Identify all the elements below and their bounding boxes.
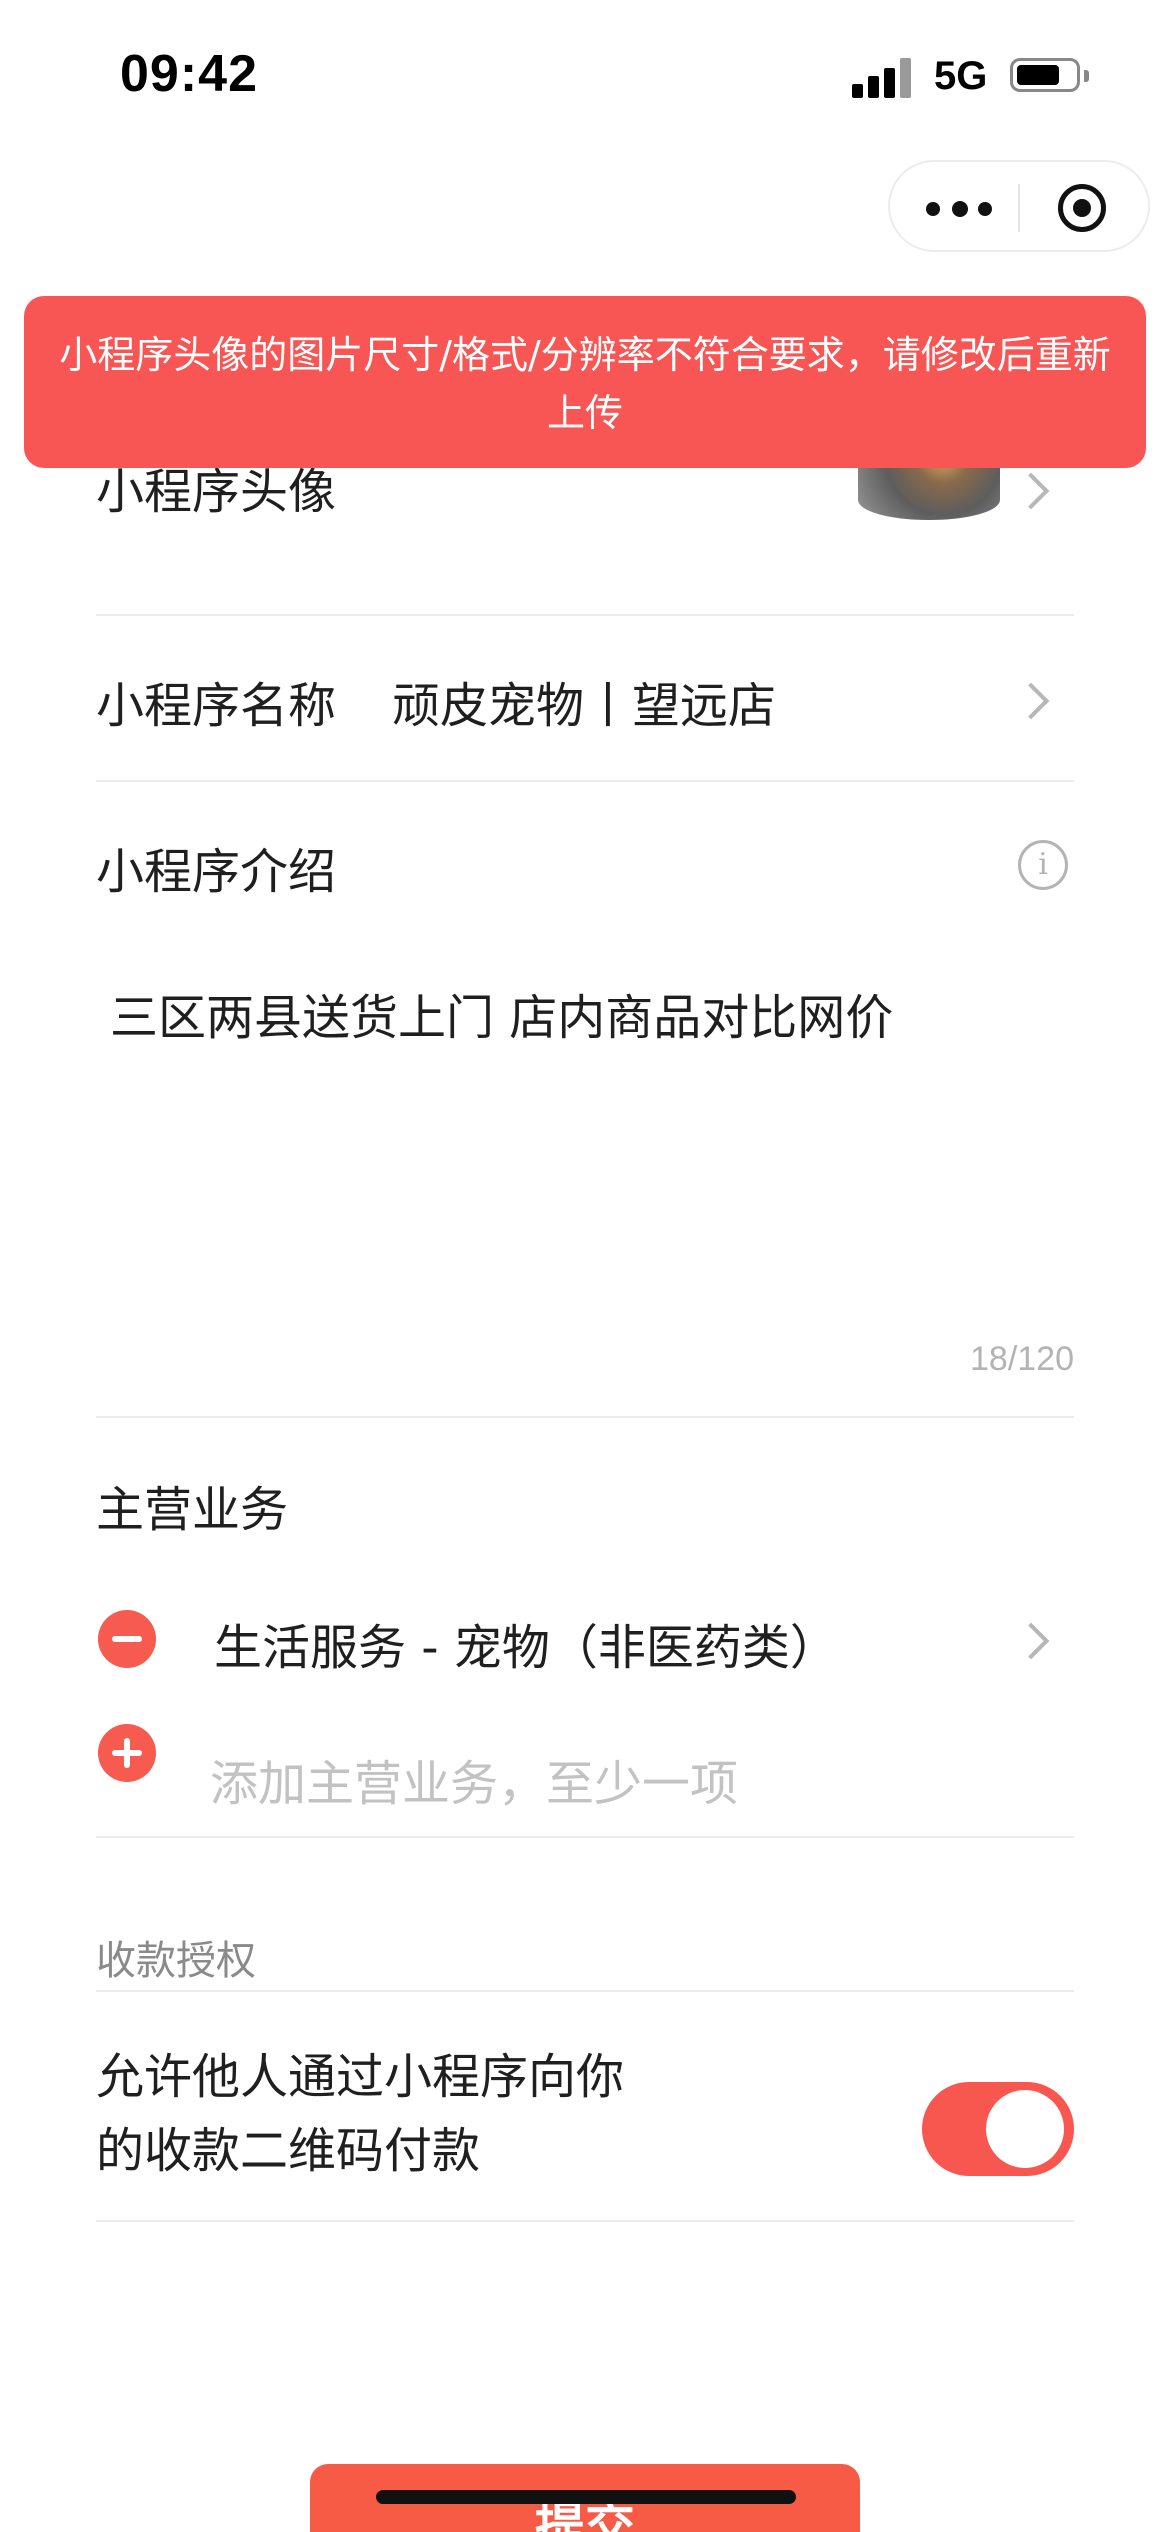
close-miniprogram-icon[interactable] (1058, 184, 1106, 232)
toggle-knob (986, 2090, 1064, 2168)
signal-icon (852, 56, 914, 98)
divider (96, 1836, 1074, 1838)
settings-page: 09:42 5G 小程序头像的图片尺寸/格式/分辨率不符合要求，请修改后重新上传… (0, 0, 1170, 2532)
chevron-right-icon (1012, 472, 1050, 510)
payment-toggle[interactable] (922, 2082, 1074, 2176)
name-label: 小程序名称 (96, 678, 337, 734)
char-counter: 18/120 (970, 1340, 1074, 1378)
intro-textarea[interactable]: 三区两县送货上门 店内商品对比网价 (110, 978, 893, 1048)
remove-icon[interactable] (98, 1610, 156, 1668)
business-item-text: 生活服务 - 宠物（非医药类） (214, 1620, 838, 1676)
payment-line-1: 允许他人通过小程序向你 (96, 2049, 625, 2105)
chevron-right-icon (1012, 1622, 1050, 1660)
toast-message: 小程序头像的图片尺寸/格式/分辨率不符合要求，请修改后重新上传 (59, 333, 1111, 435)
divider (96, 1416, 1074, 1418)
capsule-divider (1018, 184, 1020, 232)
status-time: 09:42 (120, 45, 258, 103)
info-icon[interactable]: i (1018, 840, 1068, 890)
divider (96, 1990, 1074, 1992)
add-icon[interactable] (98, 1724, 156, 1782)
add-business-placeholder: 添加主营业务，至少一项 (210, 1756, 739, 1812)
divider (96, 2220, 1074, 2222)
intro-label: 小程序介绍 (96, 844, 337, 900)
network-label: 5G (934, 54, 988, 98)
chevron-right-icon (1012, 682, 1050, 720)
capsule-menu (888, 160, 1150, 252)
more-icon[interactable] (926, 190, 996, 226)
divider (96, 780, 1074, 782)
home-indicator (376, 2490, 796, 2504)
divider (96, 614, 1074, 616)
error-toast: 小程序头像的图片尺寸/格式/分辨率不符合要求，请修改后重新上传 (24, 296, 1146, 468)
payment-line-2: 的收款二维码付款 (96, 2123, 481, 2179)
business-label: 主营业务 (96, 1482, 289, 1538)
name-value: 顽皮宠物丨望远店 (392, 678, 777, 734)
payment-description: 允许他人通过小程序向你 的收款二维码付款 (96, 2040, 624, 2188)
payment-section-label: 收款授权 (96, 1938, 256, 1984)
battery-icon (1010, 58, 1080, 92)
